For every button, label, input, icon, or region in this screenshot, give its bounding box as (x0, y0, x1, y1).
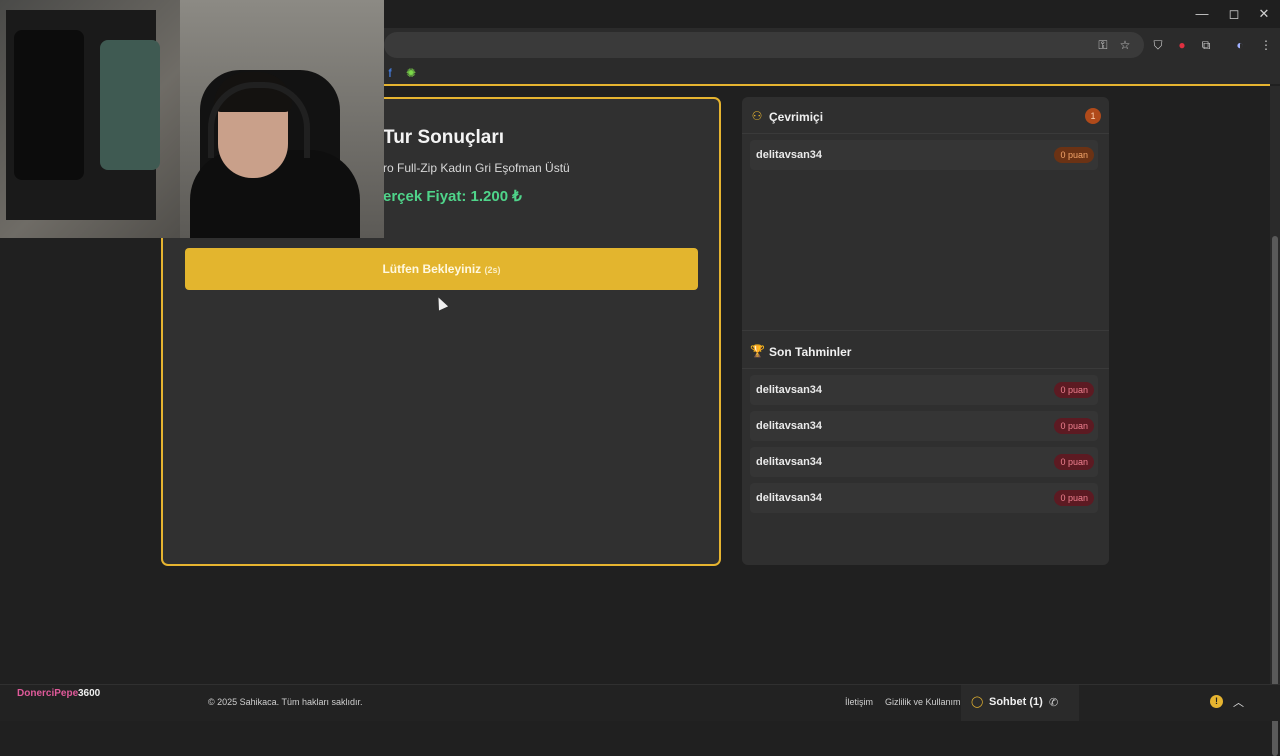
facebook-icon[interactable]: f (382, 65, 398, 81)
recent-guesses-title: Son Tahminler (769, 345, 852, 359)
guess-row[interactable]: delitavsan34 0 puan (750, 447, 1098, 477)
scrollbar[interactable] (1270, 86, 1280, 756)
points-badge: 0 puan (1054, 418, 1094, 434)
online-user-row[interactable]: delitavsan34 0 puan (750, 140, 1098, 170)
page-title: Tur Sonuçları (383, 127, 505, 148)
webcam-background (100, 40, 160, 170)
phone-icon[interactable]: ✆ (1049, 696, 1058, 709)
guess-row[interactable]: delitavsan34 0 puan (750, 483, 1098, 513)
trophy-icon: 🏆 (750, 344, 765, 358)
user-name: delitavsan34 (756, 456, 823, 468)
wait-button-label: Lütfen Bekleyiniz (382, 262, 482, 276)
wait-button[interactable]: Lütfen Bekleyiniz (2s) (185, 248, 698, 290)
scrollbar-thumb[interactable] (1272, 236, 1278, 756)
webcam-overlay (0, 0, 384, 238)
alert-icon[interactable]: ! (1210, 695, 1223, 708)
real-price: erçek Fiyat: 1.200 ₺ (383, 188, 522, 205)
user-name: delitavsan34 (756, 149, 823, 161)
close-window-button[interactable]: ✕ (1252, 6, 1276, 22)
recent-guesses-header: 🏆 Son Tahminler (742, 334, 1109, 369)
product-name: ro Full-Zip Kadın Gri Eşofman Üstü (383, 161, 570, 175)
contact-link[interactable]: İletişim (845, 697, 873, 707)
chevron-up-icon[interactable]: ︿ (1233, 694, 1244, 710)
wait-countdown: (2s) (484, 265, 501, 275)
points-badge: 0 puan (1054, 147, 1094, 163)
webcam-background (14, 30, 84, 180)
chat-button[interactable]: ◯ Sohbet (1) ✆ (961, 685, 1079, 721)
section-divider (742, 330, 1109, 331)
user-name: delitavsan34 (756, 492, 823, 504)
points-badge: 0 puan (1054, 454, 1094, 470)
online-section-header: ⚇ Çevrimiçi 1 (742, 99, 1109, 134)
users-icon: ⚇ (751, 109, 763, 123)
stream-overlay-number: 3600 (78, 688, 101, 699)
menu-icon[interactable]: ⋮ (1258, 37, 1274, 53)
guess-row[interactable]: delitavsan34 0 puan (750, 375, 1098, 405)
copyright-text: © 2025 Sahikaca. Tüm hakları saklıdır. (208, 697, 363, 707)
shield-icon[interactable]: ⛉ (1150, 37, 1166, 53)
sidebar-panel: ⚇ Çevrimiçi 1 delitavsan34 0 puan 🏆 Son … (742, 97, 1109, 565)
record-icon[interactable]: ● (1174, 37, 1190, 53)
extensions-icon[interactable]: ⧉ (1198, 37, 1214, 53)
chat-bubble-icon: ◯ (971, 696, 984, 708)
user-name: delitavsan34 (756, 420, 823, 432)
page-footer: DonerciPepe 3600 © 2025 Sahikaca. Tüm ha… (0, 684, 1280, 721)
guess-row[interactable]: delitavsan34 0 puan (750, 411, 1098, 441)
bookmark-icon[interactable]: ✺ (403, 65, 419, 81)
headset-icon (208, 82, 310, 158)
points-badge: 0 puan (1054, 490, 1094, 506)
chat-label: Sohbet (1) (989, 696, 1043, 708)
points-badge: 0 puan (1054, 382, 1094, 398)
key-icon[interactable]: ⚿ (1095, 37, 1111, 53)
user-name: delitavsan34 (756, 384, 823, 396)
profile-icon[interactable]: ◐ (1232, 37, 1248, 53)
online-title: Çevrimiçi (769, 110, 824, 124)
star-icon[interactable]: ☆ (1117, 37, 1133, 53)
online-count-badge: 1 (1085, 108, 1101, 124)
minimize-button[interactable]: — (1190, 6, 1214, 22)
address-bar[interactable] (384, 32, 1144, 58)
restore-button[interactable]: ◻ (1222, 6, 1246, 22)
stream-overlay-name: DonerciPepe (17, 688, 79, 699)
privacy-link[interactable]: Gizlilik ve Kullanım (885, 697, 961, 707)
